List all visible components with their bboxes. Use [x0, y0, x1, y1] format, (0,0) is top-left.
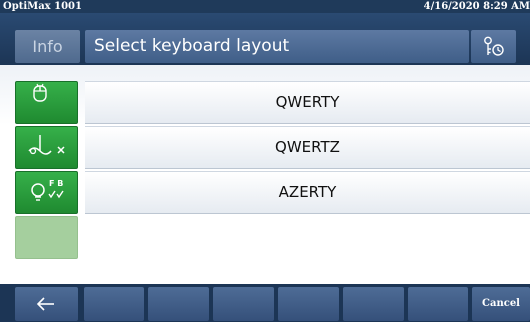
- title-bar: Info Select keyboard layout: [0, 13, 530, 65]
- mouse-button[interactable]: [15, 81, 78, 124]
- softkey-4[interactable]: [278, 287, 339, 321]
- softkey-5[interactable]: [343, 287, 404, 321]
- empty-side-button: [15, 216, 78, 259]
- softkey-2[interactable]: [148, 287, 209, 321]
- content-area: F B QWERTY QWERTZ AZERTY: [0, 65, 530, 284]
- arrow-left-icon: [36, 297, 54, 311]
- cancel-button[interactable]: Cancel: [472, 287, 530, 321]
- device-name: OptiMax 1001: [3, 1, 82, 12]
- stirrer-cancel-button[interactable]: [15, 126, 78, 169]
- layout-option-qwerty[interactable]: QWERTY: [85, 81, 530, 124]
- status-bar: OptiMax 1001 4/16/2020 8:29 AM: [0, 0, 530, 13]
- layout-option-azerty[interactable]: AZERTY: [85, 171, 530, 214]
- date-time: 4/16/2020 8:29 AM: [423, 1, 530, 12]
- bottom-bar: Cancel: [0, 284, 530, 322]
- settings-button[interactable]: [471, 30, 516, 63]
- info-button[interactable]: Info: [15, 30, 80, 63]
- softkey-6[interactable]: [408, 287, 468, 321]
- lightbulb-fb-button[interactable]: F B: [15, 171, 78, 214]
- mouse-icon: [33, 83, 47, 102]
- stirrer-cancel-icon: [28, 135, 65, 155]
- softkey-3[interactable]: [213, 287, 274, 321]
- lightbulb-fb-check-icon: F B: [31, 179, 64, 201]
- key-clock-icon: [484, 36, 504, 56]
- page-title: Select keyboard layout: [85, 30, 469, 63]
- fb-badge: F B: [49, 179, 63, 188]
- back-button[interactable]: [15, 287, 78, 321]
- softkey-1[interactable]: [84, 287, 144, 321]
- layout-option-qwertz[interactable]: QWERTZ: [85, 126, 530, 169]
